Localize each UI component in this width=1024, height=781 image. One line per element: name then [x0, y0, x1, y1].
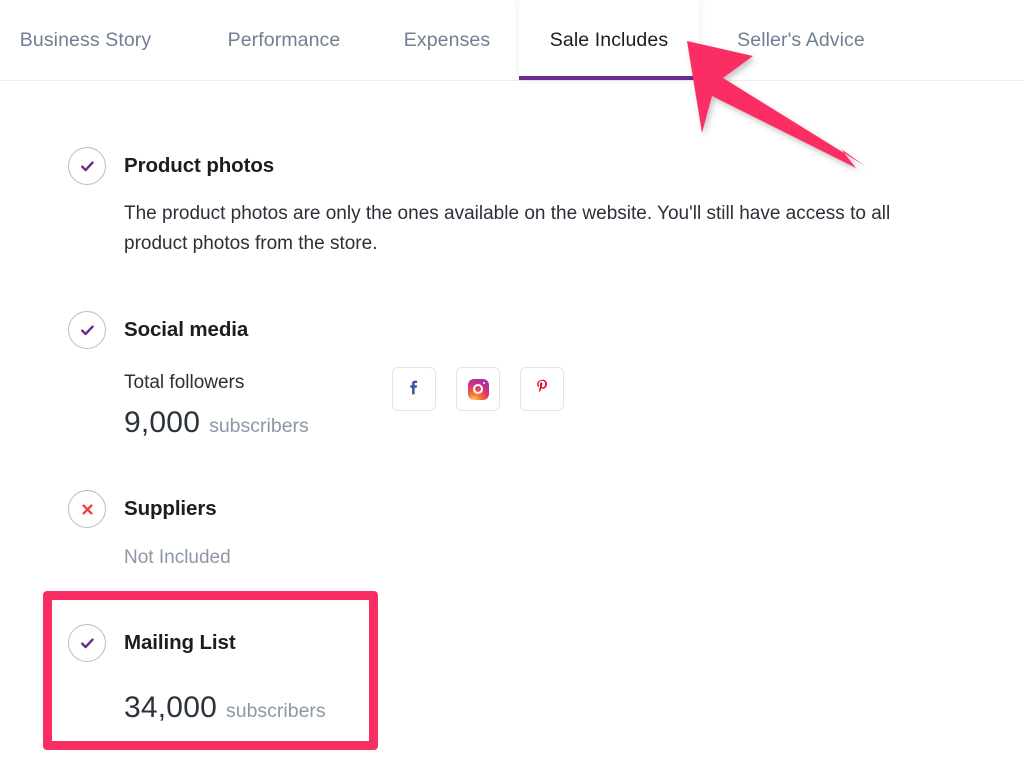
facebook-link[interactable]: [392, 367, 436, 411]
tab-performance[interactable]: Performance: [195, 0, 373, 80]
section-header: Suppliers: [0, 490, 1024, 528]
tab-sale-includes[interactable]: Sale Includes: [519, 0, 699, 80]
tab-label: Performance: [227, 28, 341, 51]
product-photos-description: The product photos are only the ones ava…: [124, 203, 891, 254]
section-title: Product photos: [124, 154, 275, 177]
tab-business-story[interactable]: Business Story: [0, 0, 171, 80]
section-suppliers: Suppliers Not Included: [0, 490, 1024, 568]
section-mailing-list: Mailing List 34,000 subscribers: [0, 624, 1024, 724]
pinterest-link[interactable]: [520, 367, 564, 411]
mailing-list-unit: subscribers: [225, 700, 326, 722]
tab-expenses[interactable]: Expenses: [380, 0, 514, 80]
section-social-media: Social media Total followers 9,000 subsc…: [0, 311, 1024, 439]
tab-label: Expenses: [403, 28, 491, 51]
followers-count: 9,000: [124, 406, 201, 439]
social-network-links: [392, 367, 564, 411]
pinterest-icon: [531, 376, 553, 403]
check-circle-icon: [68, 624, 106, 662]
highlight-box-annotation: [43, 591, 378, 750]
cross-circle-icon: [68, 490, 106, 528]
page-root: Business Story Performance Expenses Sale…: [0, 0, 1024, 781]
section-title: Mailing List: [124, 631, 236, 654]
total-followers-stat: 9,000 subscribers: [124, 406, 309, 440]
tab-sellers-advice[interactable]: Seller's Advice: [706, 0, 896, 80]
followers-unit: subscribers: [209, 415, 309, 437]
section-header: Product photos: [0, 147, 1024, 185]
tab-label: Seller's Advice: [737, 28, 865, 51]
mailing-list-count: 34,000: [124, 691, 217, 724]
tab-label: Sale Includes: [549, 28, 669, 51]
check-circle-icon: [68, 311, 106, 349]
section-product-photos: Product photos The product photos are on…: [0, 147, 1024, 254]
total-followers-label: Total followers: [124, 372, 245, 393]
section-title: Social media: [124, 318, 249, 341]
section-header: Social media: [0, 311, 1024, 349]
suppliers-status: Not Included: [124, 547, 231, 568]
facebook-icon: [403, 376, 425, 403]
instagram-link[interactable]: [456, 367, 500, 411]
section-header: Mailing List: [0, 624, 1024, 662]
tab-label: Business Story: [19, 28, 152, 51]
instagram-icon: [467, 378, 489, 400]
check-circle-icon: [68, 147, 106, 185]
tab-bar: Business Story Performance Expenses Sale…: [0, 0, 1024, 81]
section-title: Suppliers: [124, 497, 217, 520]
mailing-list-stat: 34,000 subscribers: [124, 691, 326, 725]
